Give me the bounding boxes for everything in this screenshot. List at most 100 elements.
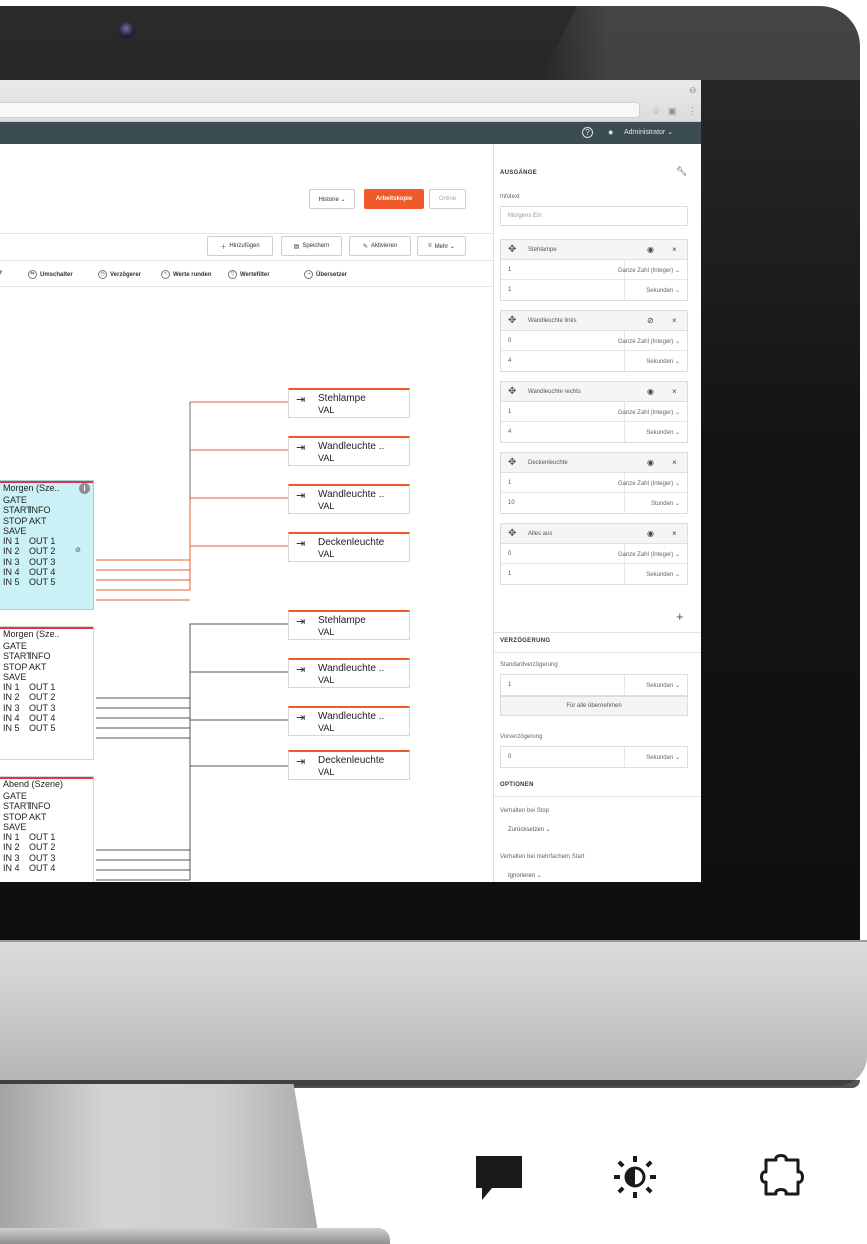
output-port[interactable]: VAL (318, 453, 334, 463)
port-out[interactable]: OUT 5 (29, 577, 55, 587)
port-in[interactable]: IN 5 (3, 723, 20, 733)
port-in[interactable]: IN 4 (3, 713, 20, 723)
unit-select[interactable]: Sekunden ⌄ (646, 358, 680, 365)
output-port[interactable]: VAL (318, 627, 334, 637)
bookmark-star-icon[interactable]: ☆ (652, 106, 660, 116)
info-icon[interactable]: i (79, 483, 90, 494)
output-node[interactable]: ⇥ Wandleuchte .. VAL (288, 484, 410, 514)
close-icon[interactable]: × (672, 245, 677, 254)
pre-delay-unit[interactable]: Sekunden ⌄ (646, 754, 680, 761)
unit-select[interactable]: Sekunden ⌄ (646, 571, 680, 578)
eye-icon[interactable]: ◉ (647, 529, 654, 538)
time-row[interactable]: 4 Sekunden ⌄ (501, 422, 687, 442)
port-out[interactable]: AKT (29, 662, 47, 672)
port-in[interactable]: IN 2 (3, 692, 20, 702)
port-in[interactable]: IN 5 (3, 577, 20, 587)
port-in[interactable]: GATE (3, 641, 27, 651)
port-in[interactable]: SAVE (3, 672, 26, 682)
close-icon[interactable]: × (672, 387, 677, 396)
port-out[interactable]: OUT 2 (29, 546, 55, 556)
port-out[interactable]: OUT 1 (29, 832, 55, 842)
value-row[interactable]: 1 Ganze Zahl (Integer) ⌄ (501, 260, 687, 280)
value-input[interactable] (501, 331, 625, 351)
port-in[interactable]: STOP (3, 516, 27, 526)
unit-select[interactable]: Sekunden ⌄ (646, 429, 680, 436)
std-delay-unit[interactable]: Sekunden ⌄ (646, 682, 680, 689)
output-port[interactable]: VAL (318, 501, 334, 511)
time-input[interactable] (501, 493, 625, 513)
port-in[interactable]: START (3, 801, 32, 811)
apply-all-button[interactable]: Für alle übernehmen (500, 696, 688, 716)
port-in[interactable]: GATE (3, 791, 27, 801)
help-icon[interactable]: ? (582, 127, 593, 138)
scene-block[interactable]: Morgen (Sze.. i GATE START INFO STOP AKT S… (0, 480, 94, 610)
menu-dots-icon[interactable]: ⋮ (688, 106, 697, 116)
output-port[interactable]: VAL (318, 405, 334, 415)
multi-start-select[interactable]: Ignorieren ⌄ (508, 872, 542, 879)
port-out[interactable]: OUT 3 (29, 853, 55, 863)
value-row[interactable]: 1 Ganze Zahl (Integer) ⌄ (501, 473, 687, 493)
std-delay-input[interactable] (501, 675, 625, 695)
port-in[interactable]: IN 4 (3, 863, 20, 873)
value-input[interactable] (501, 260, 625, 280)
unit-select[interactable]: Sekunden ⌄ (646, 287, 680, 294)
time-input[interactable] (501, 280, 625, 300)
move-icon[interactable]: ✥ (508, 244, 516, 255)
type-select[interactable]: Ganze Zahl (Integer) ⌄ (618, 551, 680, 558)
port-in[interactable]: IN 2 (3, 842, 20, 852)
move-icon[interactable]: ✥ (508, 528, 516, 539)
port-out[interactable]: INFO (29, 505, 51, 515)
move-icon[interactable]: ✥ (508, 457, 516, 468)
output-node[interactable]: ⇥ Deckenleuchte VAL (288, 750, 410, 780)
output-node[interactable]: ⇥ Wandleuchte .. VAL (288, 706, 410, 736)
port-out[interactable]: OUT 4 (29, 713, 55, 723)
add-output-icon[interactable]: + (676, 609, 684, 624)
more-button[interactable]: ≡ Mehr ⌄ (417, 236, 466, 256)
output-node[interactable]: ⇥ Stehlampe VAL (288, 388, 410, 418)
std-delay-row[interactable]: 1 Sekunden ⌄ (501, 675, 687, 695)
port-in[interactable]: START (3, 505, 32, 515)
type-select[interactable]: Ganze Zahl (Integer) ⌄ (618, 480, 680, 487)
port-in[interactable]: SAVE (3, 526, 26, 536)
output-port[interactable]: VAL (318, 723, 334, 733)
port-out[interactable]: OUT 1 (29, 682, 55, 692)
port-out[interactable]: OUT 5 (29, 723, 55, 733)
add-button[interactable]: ＋ Hinzufügen (207, 236, 273, 256)
type-select[interactable]: Ganze Zahl (Integer) ⌄ (618, 267, 680, 274)
port-in[interactable]: IN 1 (3, 536, 20, 546)
eye-slash-icon[interactable]: ⊘ (647, 316, 654, 325)
eye-icon[interactable]: ◉ (647, 387, 654, 396)
move-icon[interactable]: ✥ (508, 315, 516, 326)
move-icon[interactable]: ✥ (508, 386, 516, 397)
value-input[interactable] (501, 544, 625, 564)
pre-delay-input[interactable] (501, 747, 625, 767)
time-input[interactable] (501, 564, 625, 584)
output-node[interactable]: ⇥ Deckenleuchte VAL (288, 532, 410, 562)
time-row[interactable]: 4 Sekunden ⌄ (501, 351, 687, 371)
pre-delay-row[interactable]: 0 Sekunden ⌄ (501, 747, 687, 767)
value-row[interactable]: 1 Ganze Zahl (Integer) ⌄ (501, 402, 687, 422)
time-row[interactable]: 1 Sekunden ⌄ (501, 564, 687, 584)
working-copy-button[interactable]: Arbeitskopie (364, 189, 424, 209)
port-out[interactable]: INFO (29, 651, 51, 661)
address-bar[interactable] (0, 102, 640, 118)
time-input[interactable] (501, 422, 625, 442)
port-in[interactable]: IN 3 (3, 853, 20, 863)
port-in[interactable]: STOP (3, 662, 27, 672)
close-icon[interactable]: × (672, 529, 677, 538)
port-in[interactable]: IN 1 (3, 682, 20, 692)
port-in[interactable]: START (3, 651, 32, 661)
time-row[interactable]: 10 Stunden ⌄ (501, 493, 687, 513)
port-in[interactable]: IN 1 (3, 832, 20, 842)
time-input[interactable] (501, 351, 625, 371)
eye-icon[interactable]: ◉ (647, 458, 654, 467)
account-icon[interactable]: ⊖ (689, 85, 697, 95)
port-out[interactable]: OUT 2 (29, 692, 55, 702)
port-out[interactable]: OUT 4 (29, 567, 55, 577)
close-icon[interactable]: × (672, 316, 677, 325)
port-out[interactable]: OUT 1 (29, 536, 55, 546)
user-menu[interactable]: Administrator ⌄ (624, 128, 673, 136)
scene-block[interactable]: Abend (Szene) GATE START INFO STOP AKT SAV… (0, 776, 94, 882)
type-select[interactable]: Ganze Zahl (Integer) ⌄ (618, 338, 680, 345)
port-out[interactable]: OUT 2 (29, 842, 55, 852)
